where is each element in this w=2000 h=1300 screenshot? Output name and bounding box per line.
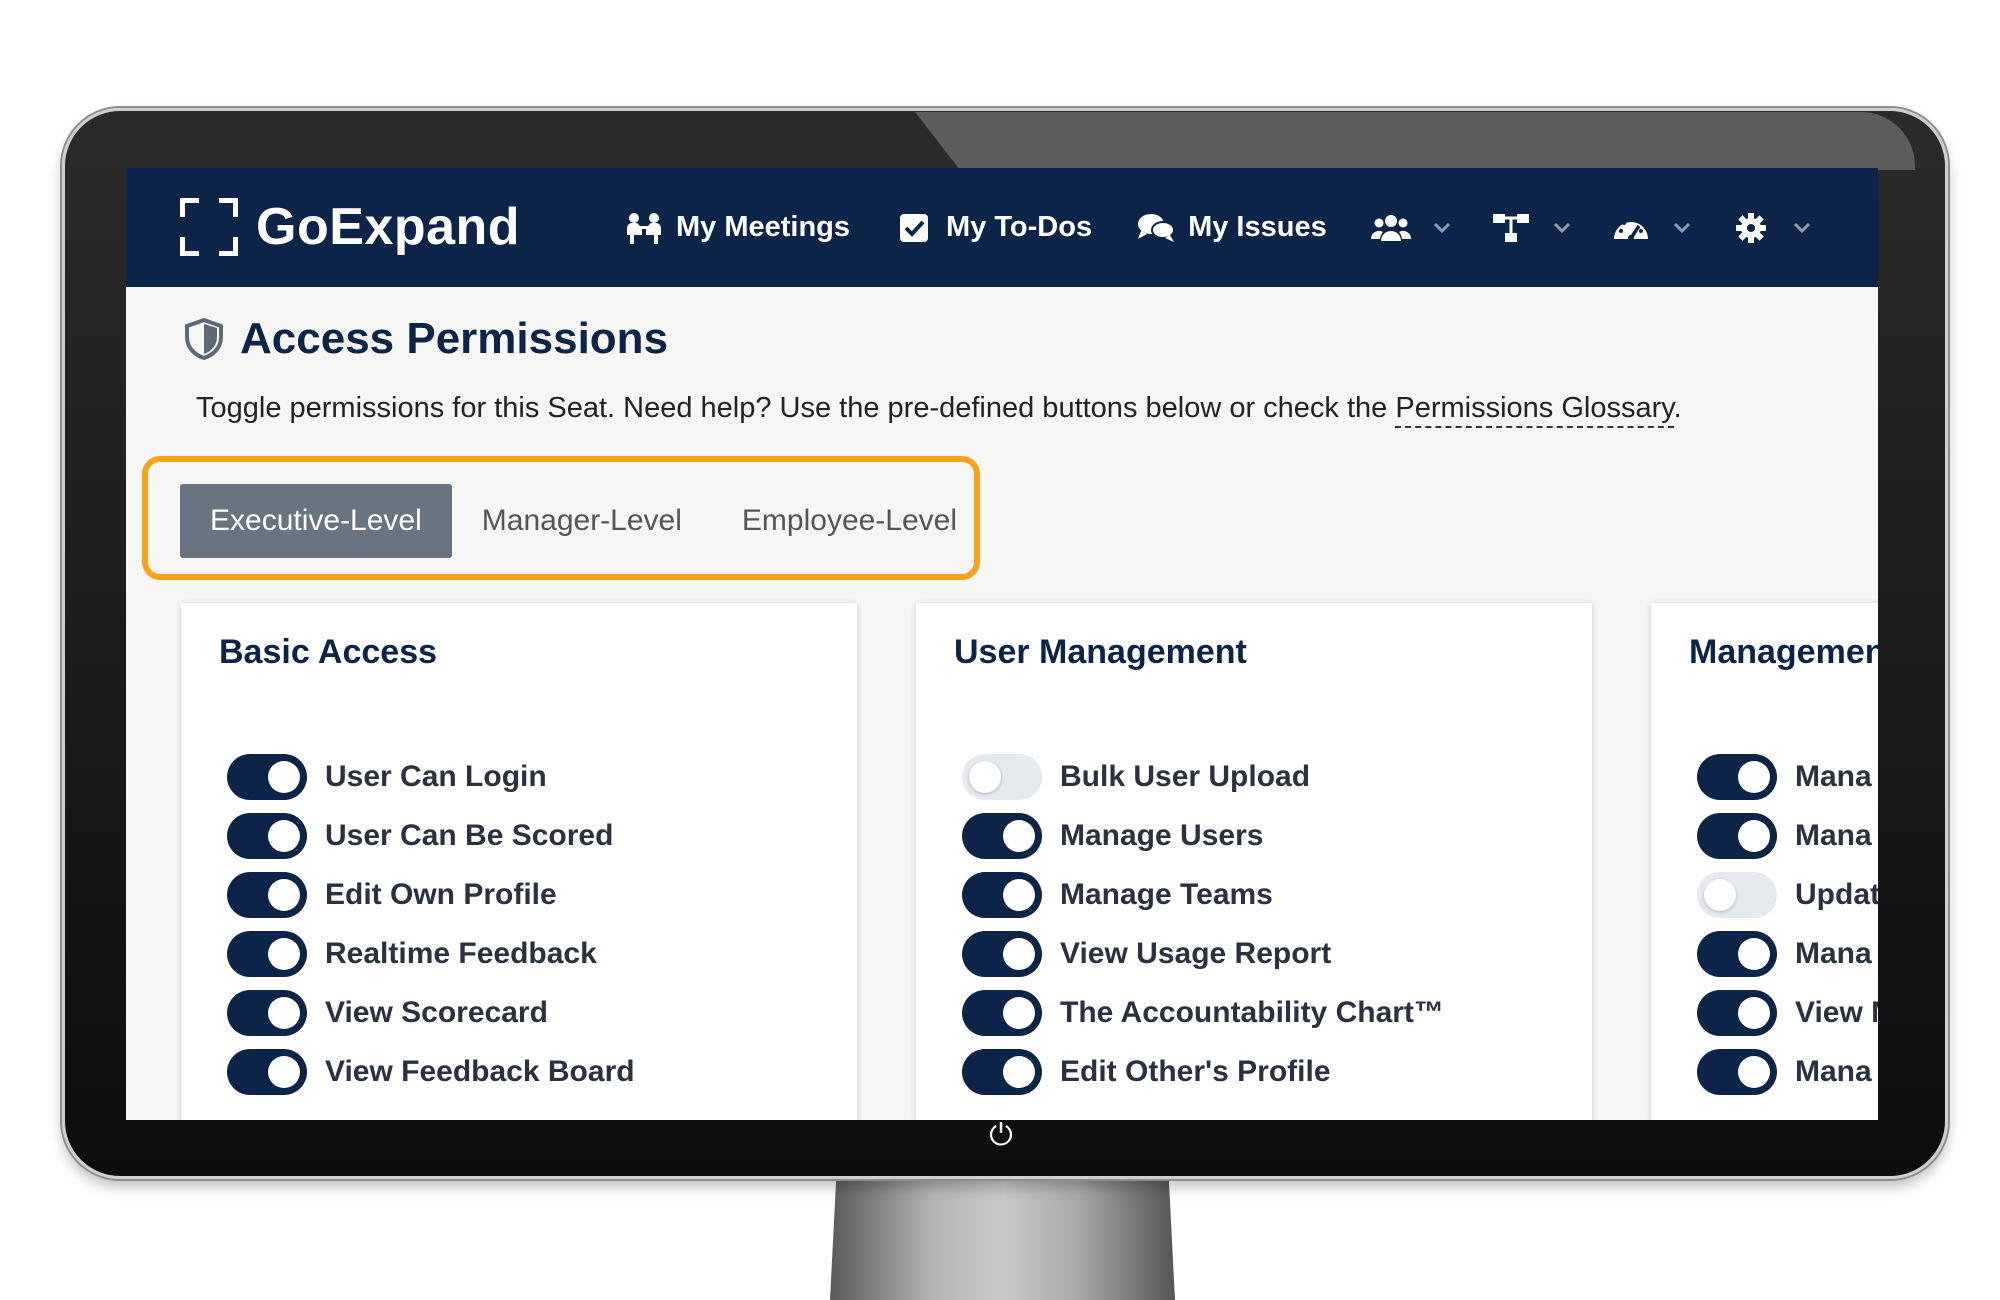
toggle-knob [268,937,300,970]
card-title: User Management [954,633,1247,671]
permission-row: Updat [1697,865,1878,924]
permission-label: View Scorecard [325,995,548,1029]
permission-label: Bulk User Upload [1060,759,1311,793]
toggle-knob [1738,996,1770,1029]
permission-row: The Accountability Chart™ [962,983,1592,1042]
permission-row: Mana [1697,924,1878,983]
toggle-knob [1003,1055,1035,1088]
toggle-knob [1738,760,1770,793]
toggle-knob [969,760,1001,793]
toggle-knob [1003,819,1035,852]
permission-toggle[interactable] [962,753,1042,800]
permission-label: Manage Users [1060,818,1264,852]
permission-list: Bulk User Upload Manage Users Manage Teams… [962,747,1592,1101]
cards-viewport: Basic Access User Can Login User Can Be Sc… [126,0,1878,1120]
toggle-knob [1738,937,1770,970]
toggle-knob [1003,996,1035,1029]
permission-label: The Accountability Chart™ [1060,995,1444,1029]
power-icon[interactable]: ⏻ [987,1121,1015,1151]
card-title: Basic Access [219,633,438,671]
permission-row: View Feedback Board [227,1042,857,1101]
permission-label: Mana [1795,936,1872,970]
permission-row: Manage Users [962,806,1592,865]
permission-label: Realtime Feedback [325,936,597,970]
toggle-knob [268,760,300,793]
permission-label: View Usage Report [1060,936,1332,970]
permission-row: Edit Own Profile [227,865,857,924]
permission-row: Edit Other's Profile [962,1042,1592,1101]
permission-toggle[interactable] [1697,989,1777,1036]
permission-row: Bulk User Upload [962,747,1592,806]
permission-label: Updat [1795,877,1878,911]
permission-toggle[interactable] [227,753,307,800]
permission-label: View Feedback Board [325,1054,635,1088]
permission-row: Mana [1697,1042,1878,1101]
card-title: Managemen [1689,633,1878,671]
toggle-knob [1738,1055,1770,1088]
permission-row: Mana [1697,806,1878,865]
permission-row: User Can Be Scored [227,806,857,865]
permission-row: User Can Login [227,747,857,806]
permission-toggle[interactable] [962,989,1042,1036]
permission-toggle[interactable] [1697,1048,1777,1095]
permission-row: Realtime Feedback [227,924,857,983]
permission-toggle[interactable] [1697,930,1777,977]
permission-row: Mana [1697,747,1878,806]
permission-card: Managemen Mana Mana Updat Mana View M Mana [1651,603,1878,1120]
toggle-knob [268,819,300,852]
permission-card: User Management Bulk User Upload Manage Us… [916,603,1592,1120]
permission-label: Mana [1795,759,1872,793]
permission-toggle[interactable] [227,812,307,859]
permission-toggle[interactable] [1697,753,1777,800]
toggle-knob [1003,878,1035,911]
permission-toggle[interactable] [1697,871,1777,918]
permission-label: Edit Other's Profile [1060,1054,1331,1088]
toggle-knob [1738,819,1770,852]
toggle-knob [268,996,300,1029]
permission-label: User Can Be Scored [325,818,614,852]
permission-card: Basic Access User Can Login User Can Be Sc… [181,603,857,1120]
permission-row: View Scorecard [227,983,857,1042]
permission-label: User Can Login [325,759,547,793]
permission-list: User Can Login User Can Be Scored Edit Own… [227,747,857,1101]
toggle-knob [1704,878,1736,911]
permission-label: Edit Own Profile [325,877,557,911]
permission-row: View M [1697,983,1878,1042]
permission-toggle[interactable] [227,871,307,918]
permission-row: Manage Teams [962,865,1592,924]
permission-toggle[interactable] [1697,812,1777,859]
toggle-knob [268,1055,300,1088]
toggle-knob [268,878,300,911]
permission-toggle[interactable] [227,989,307,1036]
toggle-knob [1003,937,1035,970]
permission-list: Mana Mana Updat Mana View M Mana [1697,747,1878,1101]
permission-label: Manage Teams [1060,877,1273,911]
permission-toggle[interactable] [227,930,307,977]
permission-label: View M [1795,995,1878,1029]
permission-row: View Usage Report [962,924,1592,983]
permission-toggle[interactable] [962,812,1042,859]
permission-label: Mana [1795,1054,1872,1088]
permission-label: Mana [1795,818,1872,852]
permission-toggle[interactable] [227,1048,307,1095]
permission-toggle[interactable] [962,1048,1042,1095]
permission-toggle[interactable] [962,871,1042,918]
permission-toggle[interactable] [962,930,1042,977]
monitor-stand [830,1165,1175,1300]
